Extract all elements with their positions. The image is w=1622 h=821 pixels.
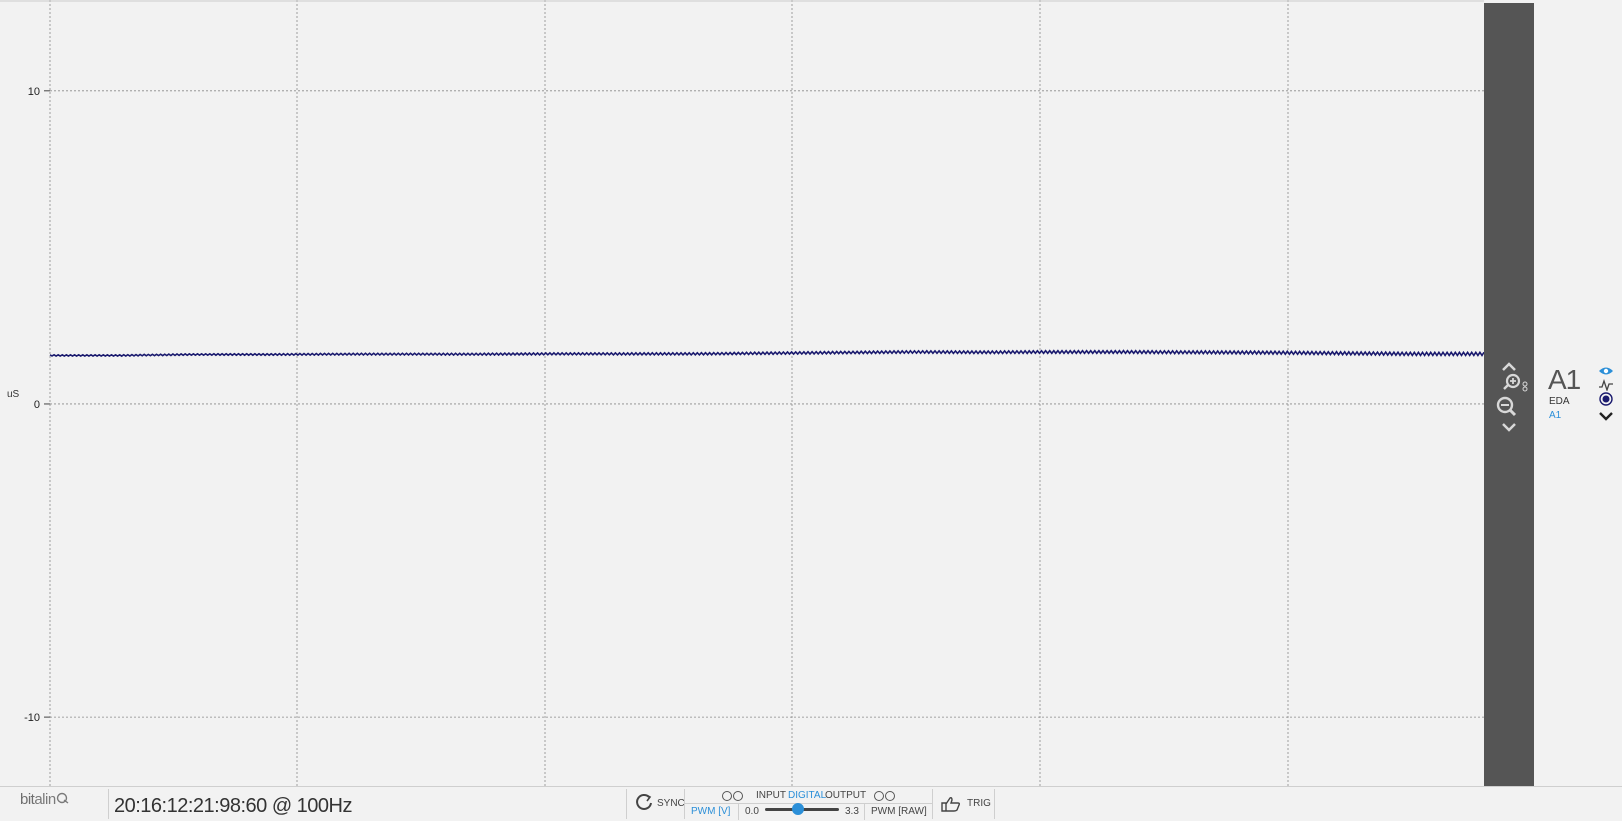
pwm-slider-handle[interactable]: [792, 803, 805, 815]
trig-label: TRIG: [967, 798, 991, 809]
input-label: INPUT: [756, 790, 786, 801]
trig-button[interactable]: TRIG: [938, 790, 991, 814]
toolbar-divider: [684, 789, 685, 819]
y-tick-label: -10: [24, 712, 40, 724]
toolbar-divider: [864, 804, 865, 820]
digital-label: DIGITAL: [788, 790, 827, 801]
toolbar-divider: [684, 803, 932, 804]
device-status: 20:16:12:21:98:60 @ 100Hz: [114, 795, 353, 817]
logo-text-alin: alin: [34, 791, 56, 808]
bitalino-logo: bitalin: [20, 791, 70, 808]
hand-pointer-icon: [941, 797, 961, 812]
y-tick-label: 10: [28, 86, 40, 98]
record-icon[interactable]: [1598, 392, 1614, 406]
digital-output-1[interactable]: [874, 791, 884, 801]
logo-text-bit: bit: [20, 791, 35, 808]
y-axis-ticks: 10 0 -10: [24, 86, 40, 724]
digital-input-1[interactable]: [722, 791, 732, 801]
signal-plot: 10 0 -10 uS: [0, 0, 1484, 786]
digital-output-2[interactable]: [885, 791, 895, 801]
channel-id: A1: [1548, 364, 1581, 395]
pwm-v-label: PWM [V]: [691, 806, 731, 817]
toolbar-divider: [994, 789, 995, 819]
toolbar-divider: [108, 789, 109, 819]
toolbar-divider: [932, 789, 933, 819]
bottom-toolbar: bitalin 20:16:12:21:98:60 @ 100Hz SYNC I…: [0, 786, 1622, 821]
channel-panel: A1 EDA A1: [1540, 360, 1622, 430]
sync-icon: [636, 794, 652, 810]
waveform-icon[interactable]: [1598, 378, 1614, 393]
pwm-max: 3.3: [845, 806, 859, 817]
sync-button[interactable]: SYNC: [632, 790, 685, 814]
channel-port: A1: [1549, 410, 1562, 421]
output-label: OUTPUT: [825, 790, 867, 801]
y-tick-label: 0: [34, 399, 40, 411]
zoom-bar[interactable]: [1484, 3, 1534, 787]
scroll-down-chevron-icon[interactable]: [1484, 419, 1534, 437]
y-axis-label: uS: [7, 389, 20, 400]
zoom-out-icon[interactable]: [1484, 395, 1534, 422]
eye-icon[interactable]: [1598, 364, 1614, 378]
channel-sensor: EDA: [1549, 396, 1570, 407]
sync-label: SYNC: [657, 798, 685, 809]
digital-input-2[interactable]: [733, 791, 743, 801]
chevron-down-icon[interactable]: [1598, 408, 1614, 422]
plot-grid: [0, 0, 1484, 786]
pwm-min: 0.0: [745, 806, 759, 817]
pwm-raw-label: PWM [RAW]: [871, 806, 927, 817]
toolbar-divider: [738, 804, 739, 820]
eda-signal-line: [49, 349, 1484, 358]
logo-mark-icon: [56, 792, 69, 804]
toolbar-divider: [626, 789, 627, 819]
zoom-in-icon[interactable]: [1484, 371, 1534, 398]
